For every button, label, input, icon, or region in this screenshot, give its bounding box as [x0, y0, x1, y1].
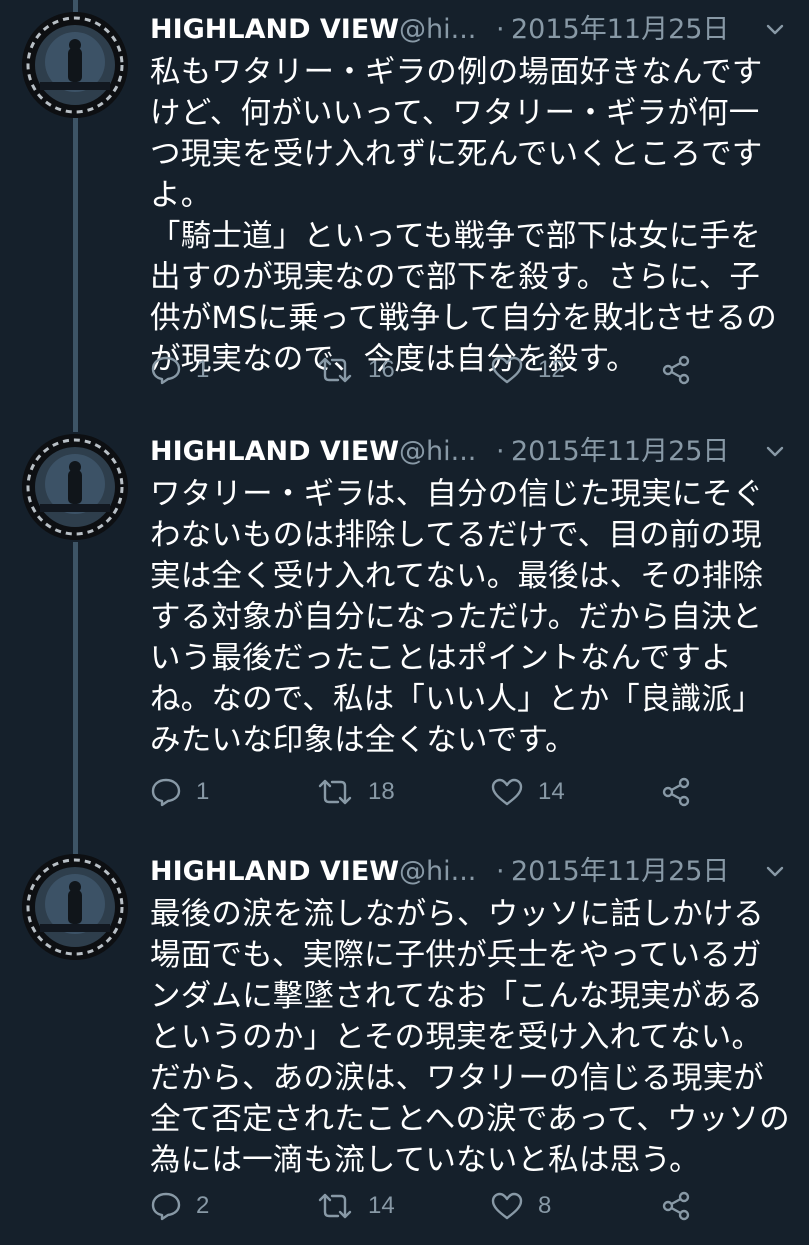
retweet-button[interactable]: 16: [316, 352, 395, 388]
avatar[interactable]: [22, 12, 128, 118]
retweet-icon: [318, 1193, 352, 1219]
retweet-count: 18: [368, 778, 395, 805]
chevron-down-icon[interactable]: [765, 862, 785, 882]
action-bar: 1 16 12: [150, 352, 710, 388]
reply-button[interactable]: 2: [150, 1188, 209, 1224]
reply-count: 2: [196, 1192, 210, 1219]
separator-dot: ·: [496, 14, 505, 45]
like-count: 14: [538, 778, 565, 805]
share-icon: [662, 1191, 690, 1221]
tweet-text: 私もワタリー・ギラの例の場面好きなんですけど、何がいいって、ワタリー・ギラが何一…: [150, 55, 777, 377]
share-button[interactable]: [660, 352, 692, 388]
heart-icon: [491, 356, 523, 384]
heart-icon: [491, 778, 523, 806]
reply-count: 1: [196, 356, 210, 383]
separator-dot: ·: [496, 856, 505, 887]
timestamp[interactable]: 2015年11月25日: [511, 432, 729, 472]
separator-dot: ·: [496, 436, 505, 467]
handle[interactable]: @hi...: [399, 432, 476, 472]
reply-button[interactable]: 1: [150, 774, 209, 810]
tweet[interactable]: HIGHLAND VIEW @hi... · 2015年11月25日 ワタリー・…: [0, 422, 809, 842]
avatar[interactable]: [22, 854, 128, 960]
share-button[interactable]: [660, 1188, 692, 1224]
tweet[interactable]: HIGHLAND VIEW @hi... · 2015年11月25日 私もワタリ…: [0, 0, 809, 420]
action-bar: 1 18 14: [150, 774, 710, 810]
timestamp[interactable]: 2015年11月25日: [511, 10, 729, 50]
handle[interactable]: @hi...: [399, 852, 476, 892]
retweet-count: 14: [368, 1192, 395, 1219]
chevron-down-icon[interactable]: [765, 442, 785, 462]
reply-count: 1: [196, 778, 210, 805]
retweet-icon: [318, 357, 352, 383]
chevron-down-icon[interactable]: [765, 20, 785, 40]
tweet-text: ワタリー・ギラは、自分の信じた現実にそぐわないものは排除してるだけで、目の前の現…: [150, 477, 764, 758]
like-button[interactable]: 12: [490, 352, 565, 388]
retweet-button[interactable]: 14: [316, 1188, 395, 1224]
like-button[interactable]: 14: [490, 774, 565, 810]
like-count: 12: [538, 356, 565, 383]
share-button[interactable]: [660, 774, 692, 810]
share-icon: [662, 777, 690, 807]
handle[interactable]: @hi...: [399, 10, 476, 50]
timestamp[interactable]: 2015年11月25日: [511, 852, 729, 892]
avatar[interactable]: [22, 434, 128, 540]
reply-icon: [151, 778, 181, 807]
tweet-text: 最後の涙を流しながら、ウッソに話しかける場面でも、実際に子供が兵士をやっているガ…: [150, 897, 790, 1178]
reply-icon: [151, 1192, 181, 1221]
reply-icon: [151, 356, 181, 385]
retweet-button[interactable]: 18: [316, 774, 395, 810]
reply-button[interactable]: 1: [150, 352, 209, 388]
display-name[interactable]: HIGHLAND VIEW: [150, 852, 399, 892]
tweet[interactable]: HIGHLAND VIEW @hi... · 2015年11月25日 最後の涙を…: [0, 842, 809, 1245]
retweet-icon: [318, 779, 352, 805]
retweet-count: 16: [368, 356, 395, 383]
action-bar: 2 14 8: [150, 1188, 710, 1224]
share-icon: [662, 355, 690, 385]
display-name[interactable]: HIGHLAND VIEW: [150, 10, 399, 50]
like-count: 8: [538, 1192, 552, 1219]
display-name[interactable]: HIGHLAND VIEW: [150, 432, 399, 472]
heart-icon: [491, 1192, 523, 1220]
like-button[interactable]: 8: [490, 1188, 551, 1224]
